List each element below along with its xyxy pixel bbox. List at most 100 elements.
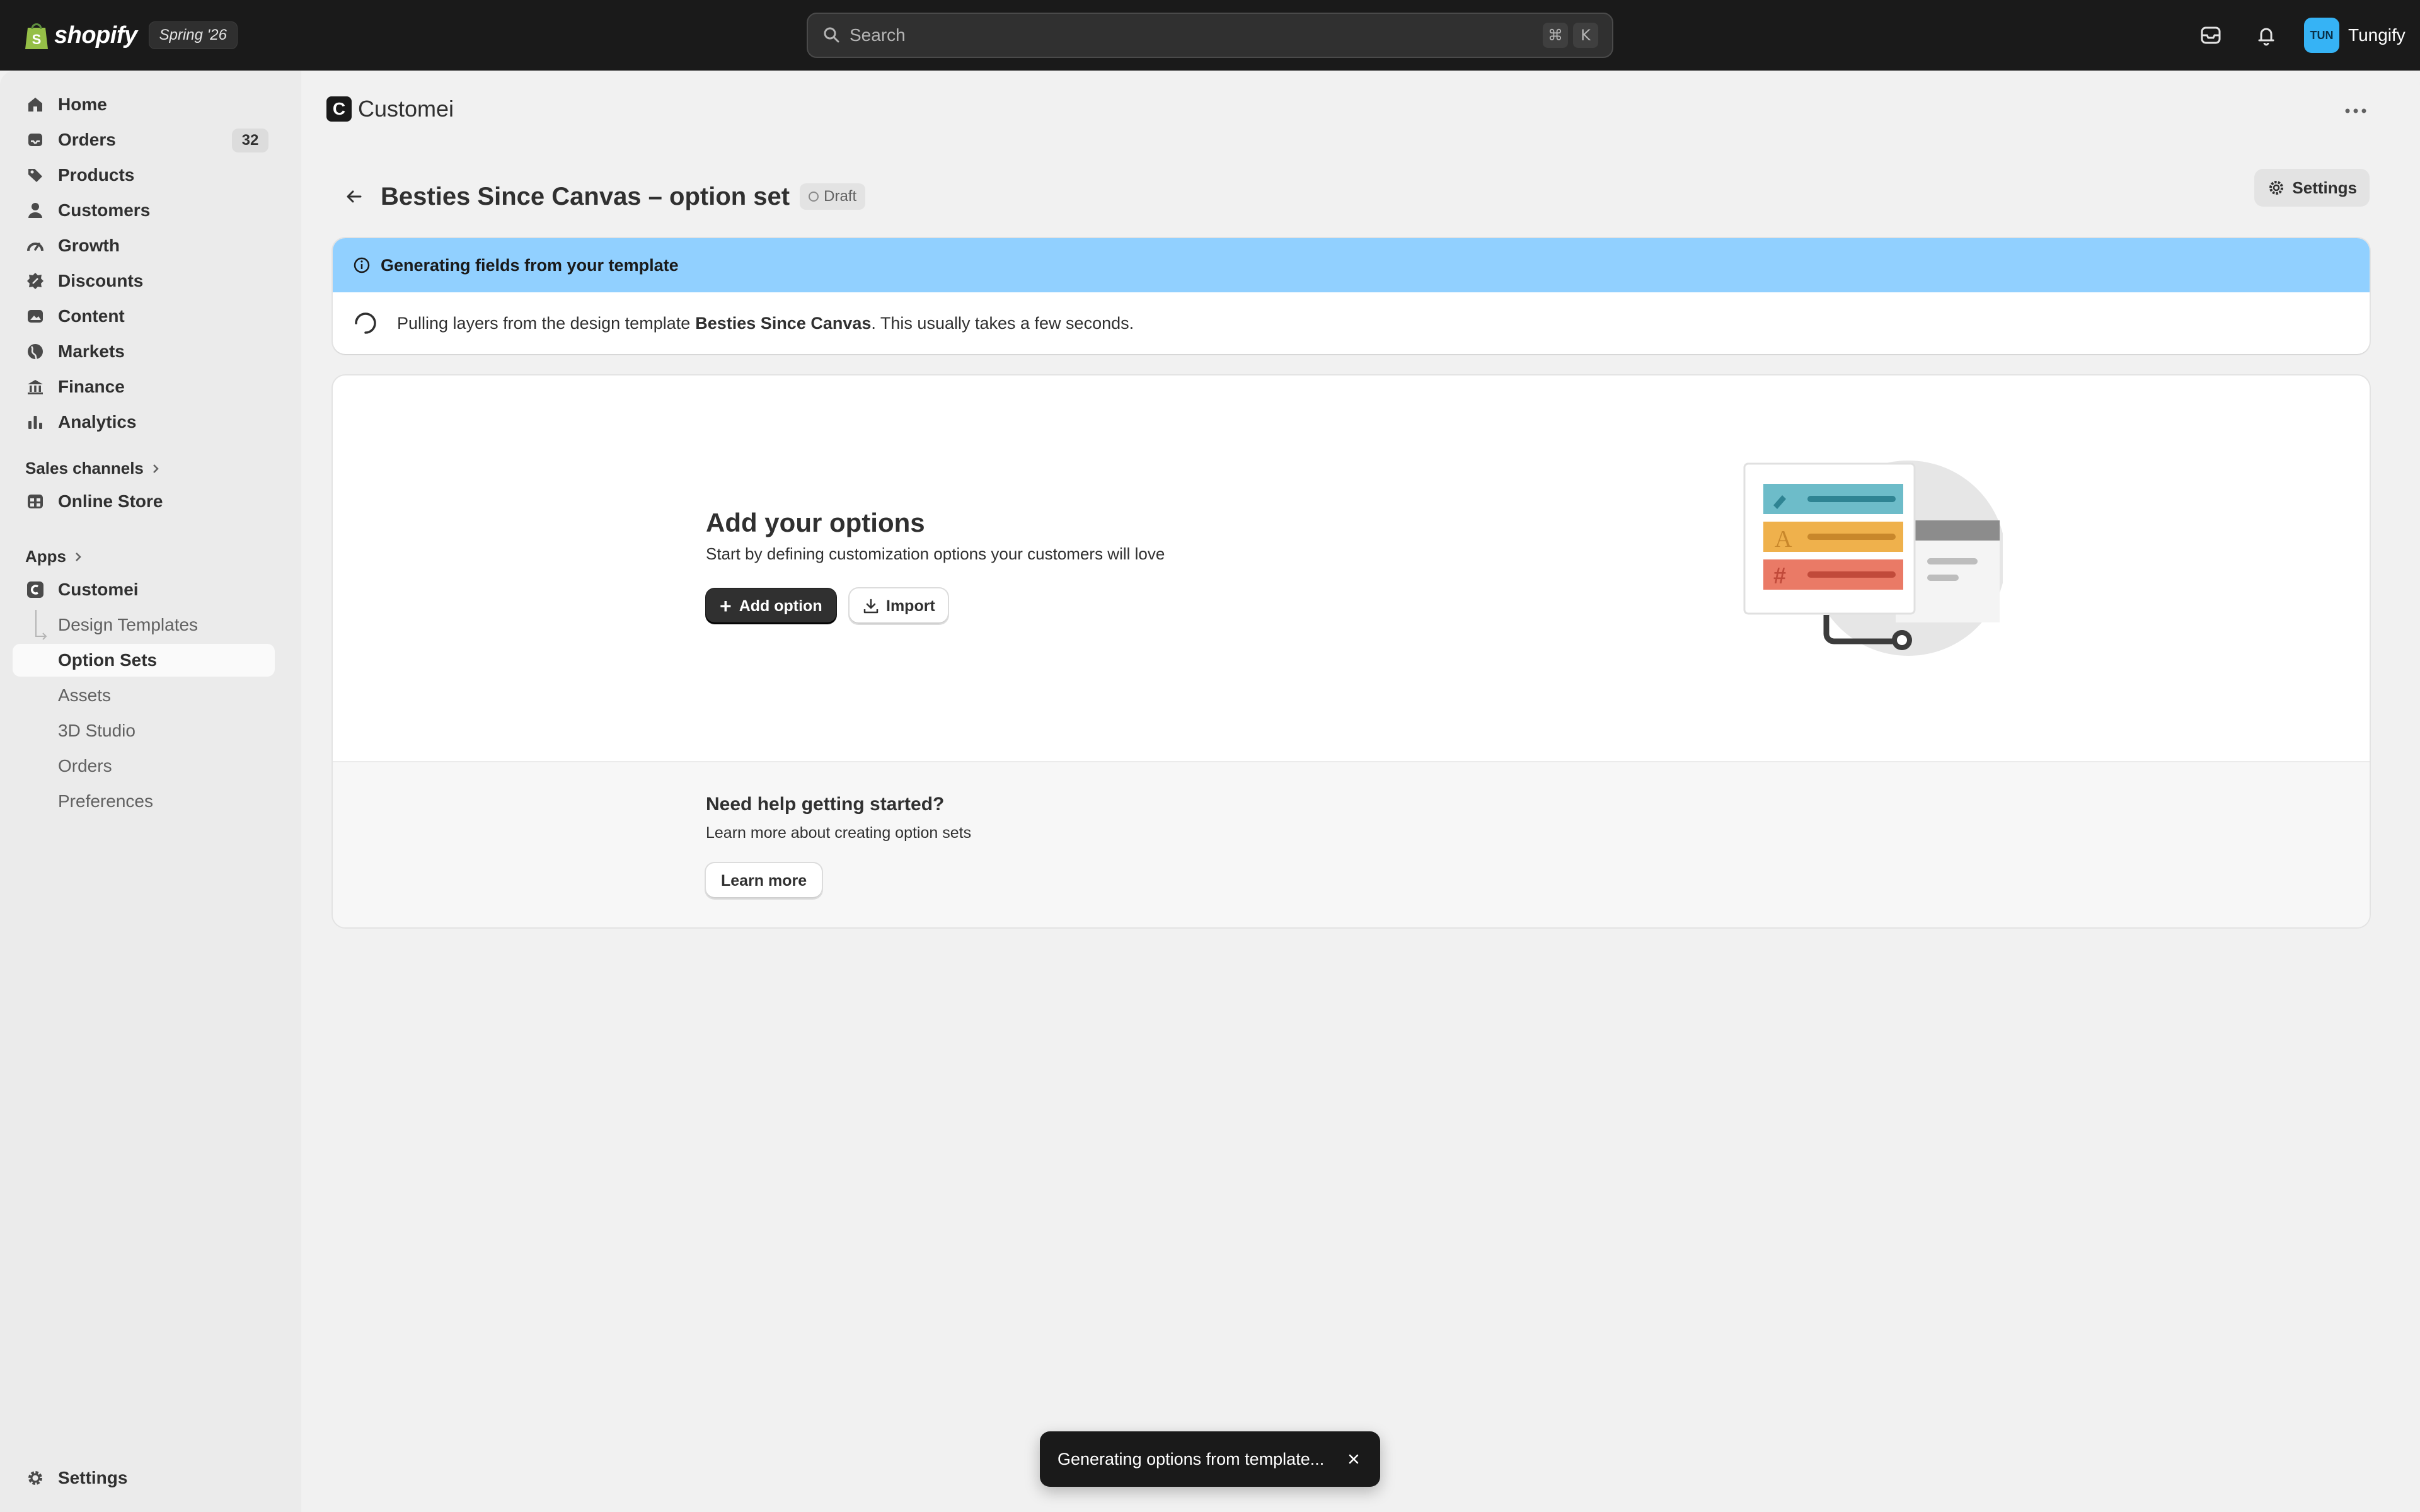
top-bar: S shopify Spring '26 Search ⌘ K TUN Tung… <box>0 0 2420 71</box>
status-badge: Draft <box>800 183 866 210</box>
discount-icon <box>27 273 43 289</box>
settings-button[interactable]: Settings <box>2254 169 2370 207</box>
bar-chart-icon <box>28 416 42 429</box>
sidebar-item-settings[interactable]: Settings <box>13 1462 275 1494</box>
banner-template-name: Besties Since Canvas <box>695 313 872 333</box>
import-label: Import <box>886 597 935 615</box>
sidebar-sub-design-templates[interactable]: Design Templates <box>13 609 275 641</box>
close-icon[interactable] <box>1345 1450 1363 1468</box>
brand-name: shopify <box>54 21 137 49</box>
shortcut-key-k: K <box>1573 23 1598 48</box>
sidebar-sub-orders[interactable]: Orders <box>13 750 275 782</box>
sidebar-item-finance[interactable]: Finance <box>13 370 275 403</box>
sidebar-item-label: Settings <box>58 1468 128 1487</box>
shortcut-key-cmd: ⌘ <box>1543 23 1568 48</box>
empty-state-subtext: Start by defining customization options … <box>706 544 1165 563</box>
info-icon <box>354 257 370 273</box>
sidebar-item-label: Discounts <box>58 271 144 290</box>
customei-app-icon <box>27 581 43 598</box>
app-title: Customei <box>358 96 454 122</box>
page-title: Besties Since Canvas – option set <box>381 182 790 210</box>
gauge-icon <box>27 243 43 251</box>
sidebar-item-label: Analytics <box>58 412 137 432</box>
sales-channels-label: Sales channels <box>25 459 144 478</box>
search-icon <box>824 27 839 43</box>
sidebar-item-label: Finance <box>58 377 125 396</box>
chevron-right-icon <box>76 552 81 561</box>
user-menu[interactable]: TUN Tungify <box>2304 18 2406 53</box>
sidebar-sub-assets[interactable]: Assets <box>13 679 275 712</box>
sidebar-item-label: Customei <box>58 580 139 599</box>
empty-state-heading: Add your options <box>706 508 925 537</box>
svg-text:#: # <box>1773 563 1786 588</box>
sidebar-item-label: Home <box>58 94 107 114</box>
learn-more-button[interactable]: Learn more <box>706 863 822 898</box>
bell-icon[interactable] <box>2254 23 2279 48</box>
apps-heading[interactable]: Apps <box>25 547 84 566</box>
banner-text-end: . This usually takes a few seconds. <box>871 313 1134 333</box>
gear-icon <box>2269 181 2284 195</box>
sidebar-item-discounts[interactable]: Discounts <box>13 265 275 297</box>
add-option-label: Add option <box>739 597 822 615</box>
app-header: C Customei <box>326 96 454 122</box>
sidebar-item-online-store[interactable]: Online Store <box>13 485 275 518</box>
svg-text:A: A <box>1775 526 1792 553</box>
edition-badge[interactable]: Spring '26 <box>148 21 238 49</box>
image-icon <box>28 310 43 323</box>
inbox-icon[interactable] <box>2198 23 2223 48</box>
download-icon <box>863 598 879 614</box>
shopify-bag-icon: S <box>25 23 48 49</box>
banner-body: Pulling layers from the design template … <box>333 292 2370 354</box>
sidebar-item-orders[interactable]: Orders 32 <box>13 123 275 156</box>
app-logo: C <box>326 96 352 122</box>
import-button[interactable]: Import <box>850 588 948 624</box>
shopify-logo[interactable]: S shopify Spring '26 <box>24 18 238 53</box>
toast-notification: Generating options from template... <box>1040 1431 1380 1487</box>
sidebar-item-products[interactable]: Products <box>13 159 275 192</box>
sidebar-item-markets[interactable]: Markets <box>13 335 275 368</box>
sidebar-item-customei[interactable]: Customei <box>13 573 275 606</box>
sales-channels-heading[interactable]: Sales channels <box>25 459 161 478</box>
store-icon <box>28 495 43 508</box>
search-placeholder: Search <box>850 25 906 45</box>
sidebar-item-label: Markets <box>58 341 125 361</box>
user-name: Tungify <box>2348 25 2406 45</box>
sidebar-sub-preferences[interactable]: Preferences <box>13 785 275 818</box>
back-button[interactable] <box>337 179 372 214</box>
help-section: Need help getting started? Learn more ab… <box>333 761 2370 927</box>
sidebar-sub-3d-studio[interactable]: 3D Studio <box>13 714 275 747</box>
plus-icon: + <box>720 595 732 617</box>
sidebar-sub-option-sets[interactable]: Option Sets <box>13 644 275 677</box>
help-title: Need help getting started? <box>706 794 945 815</box>
empty-state-card: Add your options Start by defining custo… <box>333 375 2370 927</box>
orders-icon <box>28 134 42 146</box>
sidebar-item-customers[interactable]: Customers <box>13 194 275 227</box>
info-banner: Generating fields from your template Pul… <box>333 238 2370 354</box>
sidebar-item-label: Products <box>58 165 135 185</box>
sidebar-item-label: Customers <box>58 200 151 220</box>
home-icon <box>28 98 42 112</box>
search-bar[interactable]: Search ⌘ K <box>807 13 1613 58</box>
sidebar-item-growth[interactable]: Growth <box>13 229 275 262</box>
add-option-button[interactable]: + Add option <box>706 588 836 624</box>
main-content: C Customei Besties Since Canvas – option… <box>301 71 2420 1512</box>
options-illustration: A # <box>1743 461 2003 656</box>
tag-icon <box>28 169 42 182</box>
sidebar-item-label: Content <box>58 306 125 326</box>
sidebar-item-label: Growth <box>58 236 120 255</box>
settings-button-label: Settings <box>2292 178 2357 197</box>
globe-icon <box>28 344 43 360</box>
person-icon <box>28 203 42 218</box>
sidebar-item-label: Orders <box>58 130 116 149</box>
banner-text: Pulling layers from the design template <box>397 313 691 333</box>
sidebar-item-analytics[interactable]: Analytics <box>13 406 275 438</box>
sidebar-item-home[interactable]: Home <box>13 88 275 121</box>
more-horizontal-icon <box>2345 108 2366 113</box>
sidebar-item-content[interactable]: Content <box>13 300 275 333</box>
sidebar: Home Orders 32 Products Customers Growth… <box>0 71 301 1512</box>
apps-label: Apps <box>25 547 66 566</box>
tree-branch-icon <box>35 629 47 640</box>
banner-title: Generating fields from your template <box>381 255 679 275</box>
status-dot-icon <box>809 192 819 202</box>
more-actions-button[interactable] <box>2337 98 2375 123</box>
